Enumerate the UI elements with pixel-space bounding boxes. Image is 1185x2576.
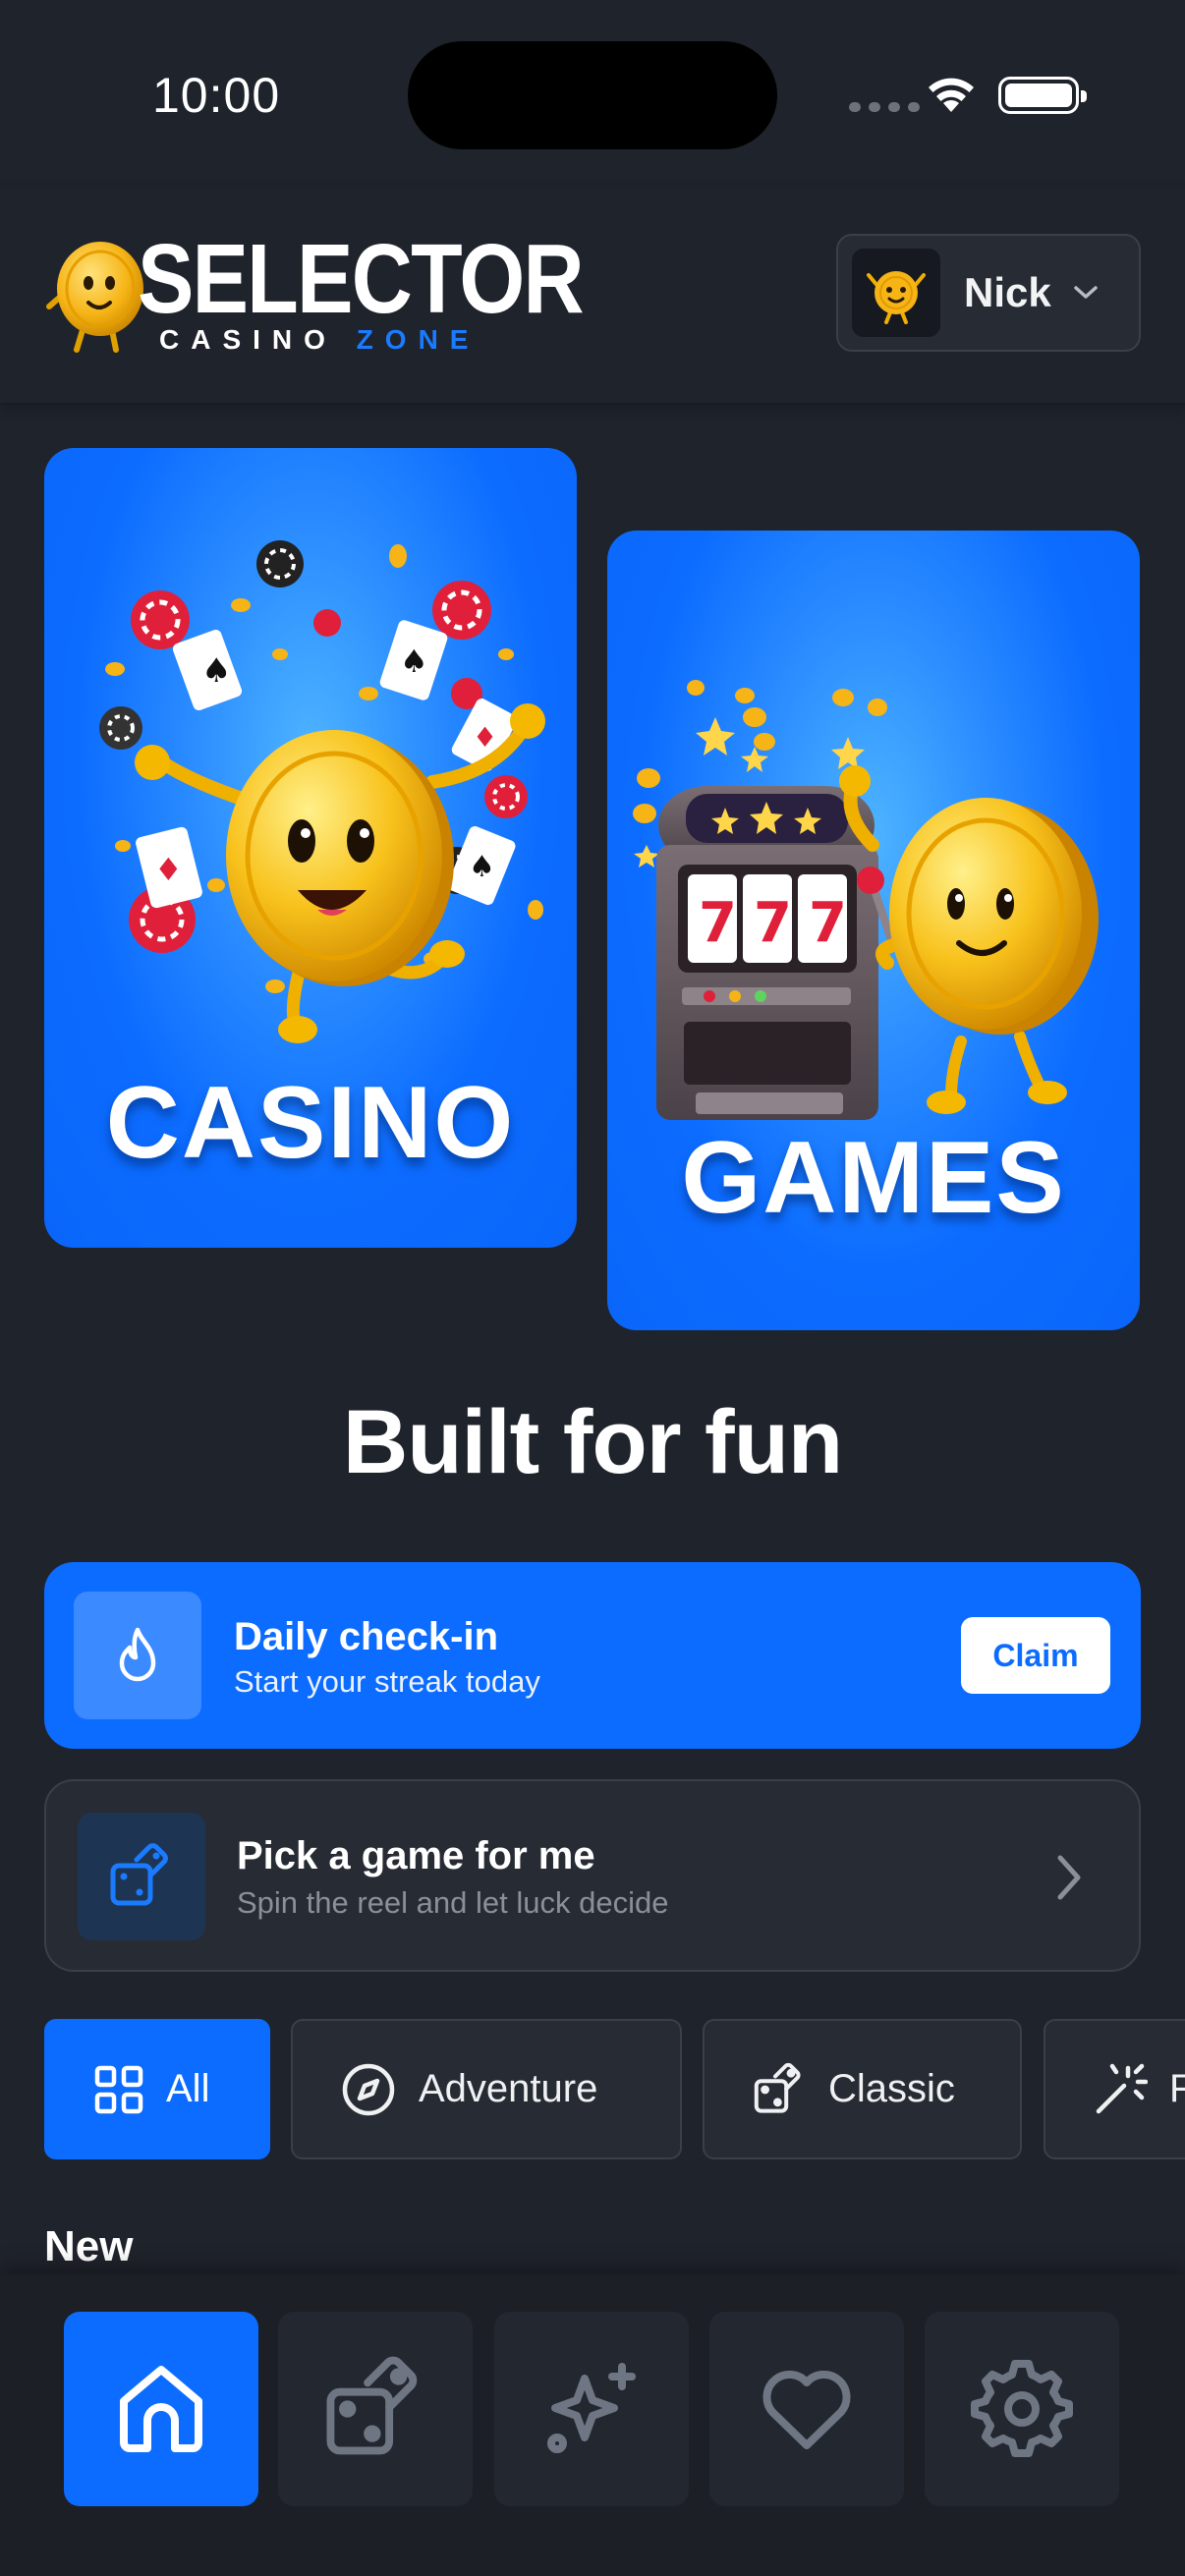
grid-icon [93, 2064, 144, 2115]
chip-adventure[interactable]: Adventure [291, 2019, 682, 2159]
gear-icon [971, 2360, 1073, 2457]
dice-icon [78, 1813, 205, 1940]
logo-subtitle: CASINO ZONE [159, 324, 480, 356]
chip-label: Fun [1169, 2067, 1185, 2110]
chip-label: All [166, 2067, 210, 2110]
casino-promo-card[interactable]: ♠ ♠ ♠ ♦ ♦ CASINO [44, 448, 577, 1248]
nav-games[interactable] [278, 2312, 473, 2506]
dynamic-island [408, 41, 777, 149]
home-icon [120, 2366, 202, 2452]
casino-label: CASINO [105, 1066, 516, 1180]
bottom-nav [0, 2274, 1185, 2576]
app-header: SELECTOR CASINO ZONE Nick [0, 187, 1185, 405]
svg-text:♠: ♠ [400, 643, 428, 680]
sparkles-icon [547, 2363, 636, 2453]
user-menu-button[interactable]: Nick [836, 234, 1141, 352]
nav-home[interactable] [64, 2312, 258, 2506]
logo-sub-casino: CASINO [159, 324, 357, 355]
svg-text:♠: ♠ [201, 651, 231, 691]
svg-text:♦: ♦ [473, 721, 497, 754]
chip-label: Adventure [419, 2067, 598, 2110]
section-title: Built for fun [342, 1392, 843, 1492]
app-screen: 10:00 SELECTOR CASINO ZONE Nick ♠ ♠ ♠ ♦ … [0, 0, 1185, 2576]
logo-sub-zone: ZONE [356, 324, 480, 355]
chip-all[interactable]: All [44, 2019, 270, 2159]
chevron-down-icon [1073, 286, 1098, 299]
games-label: GAMES [681, 1121, 1066, 1235]
nav-settings[interactable] [925, 2312, 1119, 2506]
chevron-right-icon [1057, 1855, 1081, 1900]
nav-favorites[interactable] [709, 2312, 904, 2506]
status-bar: 10:00 [0, 0, 1185, 187]
svg-text:♠: ♠ [469, 850, 495, 884]
heart-icon [762, 2370, 851, 2449]
svg-text:7: 7 [754, 891, 792, 955]
cellular-signal-icon [849, 102, 920, 112]
dice-icon [752, 2062, 807, 2117]
logo[interactable]: SELECTOR CASINO ZONE [43, 230, 585, 356]
pick-subtitle: Spin the reel and let luck decide [237, 1885, 669, 1920]
battery-icon [998, 77, 1087, 114]
flame-icon [74, 1592, 201, 1719]
compass-icon [340, 2061, 397, 2118]
coin-mascot-icon [867, 271, 926, 324]
avatar [852, 249, 940, 337]
dice-icon [326, 2356, 418, 2455]
chip-fun[interactable]: Fun [1044, 2019, 1185, 2159]
svg-text:♦: ♦ [154, 851, 183, 888]
pick-game-card[interactable]: Pick a game for me Spin the reel and let… [44, 1779, 1141, 1972]
pick-title: Pick a game for me [237, 1834, 595, 1877]
logo-title: SELECTOR [138, 224, 585, 334]
checkin-title: Daily check-in [234, 1615, 499, 1658]
wifi-icon [929, 78, 974, 112]
new-section-heading: New [44, 2222, 134, 2270]
user-name: Nick [964, 269, 1051, 315]
daily-checkin-card[interactable]: Daily check-in Start your streak today C… [44, 1562, 1141, 1749]
games-promo-card[interactable]: 7 7 7 GAMES [607, 531, 1140, 1330]
slot-machine-illustration: 7 7 7 [633, 680, 1099, 1120]
casino-mascot-illustration: ♠ ♠ ♠ ♦ ♦ [99, 540, 545, 1043]
category-filter-bar: All Adventure Classic F [44, 2019, 1185, 2159]
chip-classic[interactable]: Classic [703, 2019, 1022, 2159]
claim-button[interactable]: Claim [961, 1617, 1110, 1694]
checkin-subtitle: Start your streak today [234, 1664, 540, 1699]
svg-text:7: 7 [699, 891, 737, 955]
status-time: 10:00 [152, 68, 281, 123]
magic-wand-icon [1093, 2062, 1148, 2117]
chip-label: Classic [828, 2067, 955, 2110]
nav-discover[interactable] [494, 2312, 689, 2506]
svg-text:7: 7 [809, 891, 847, 955]
